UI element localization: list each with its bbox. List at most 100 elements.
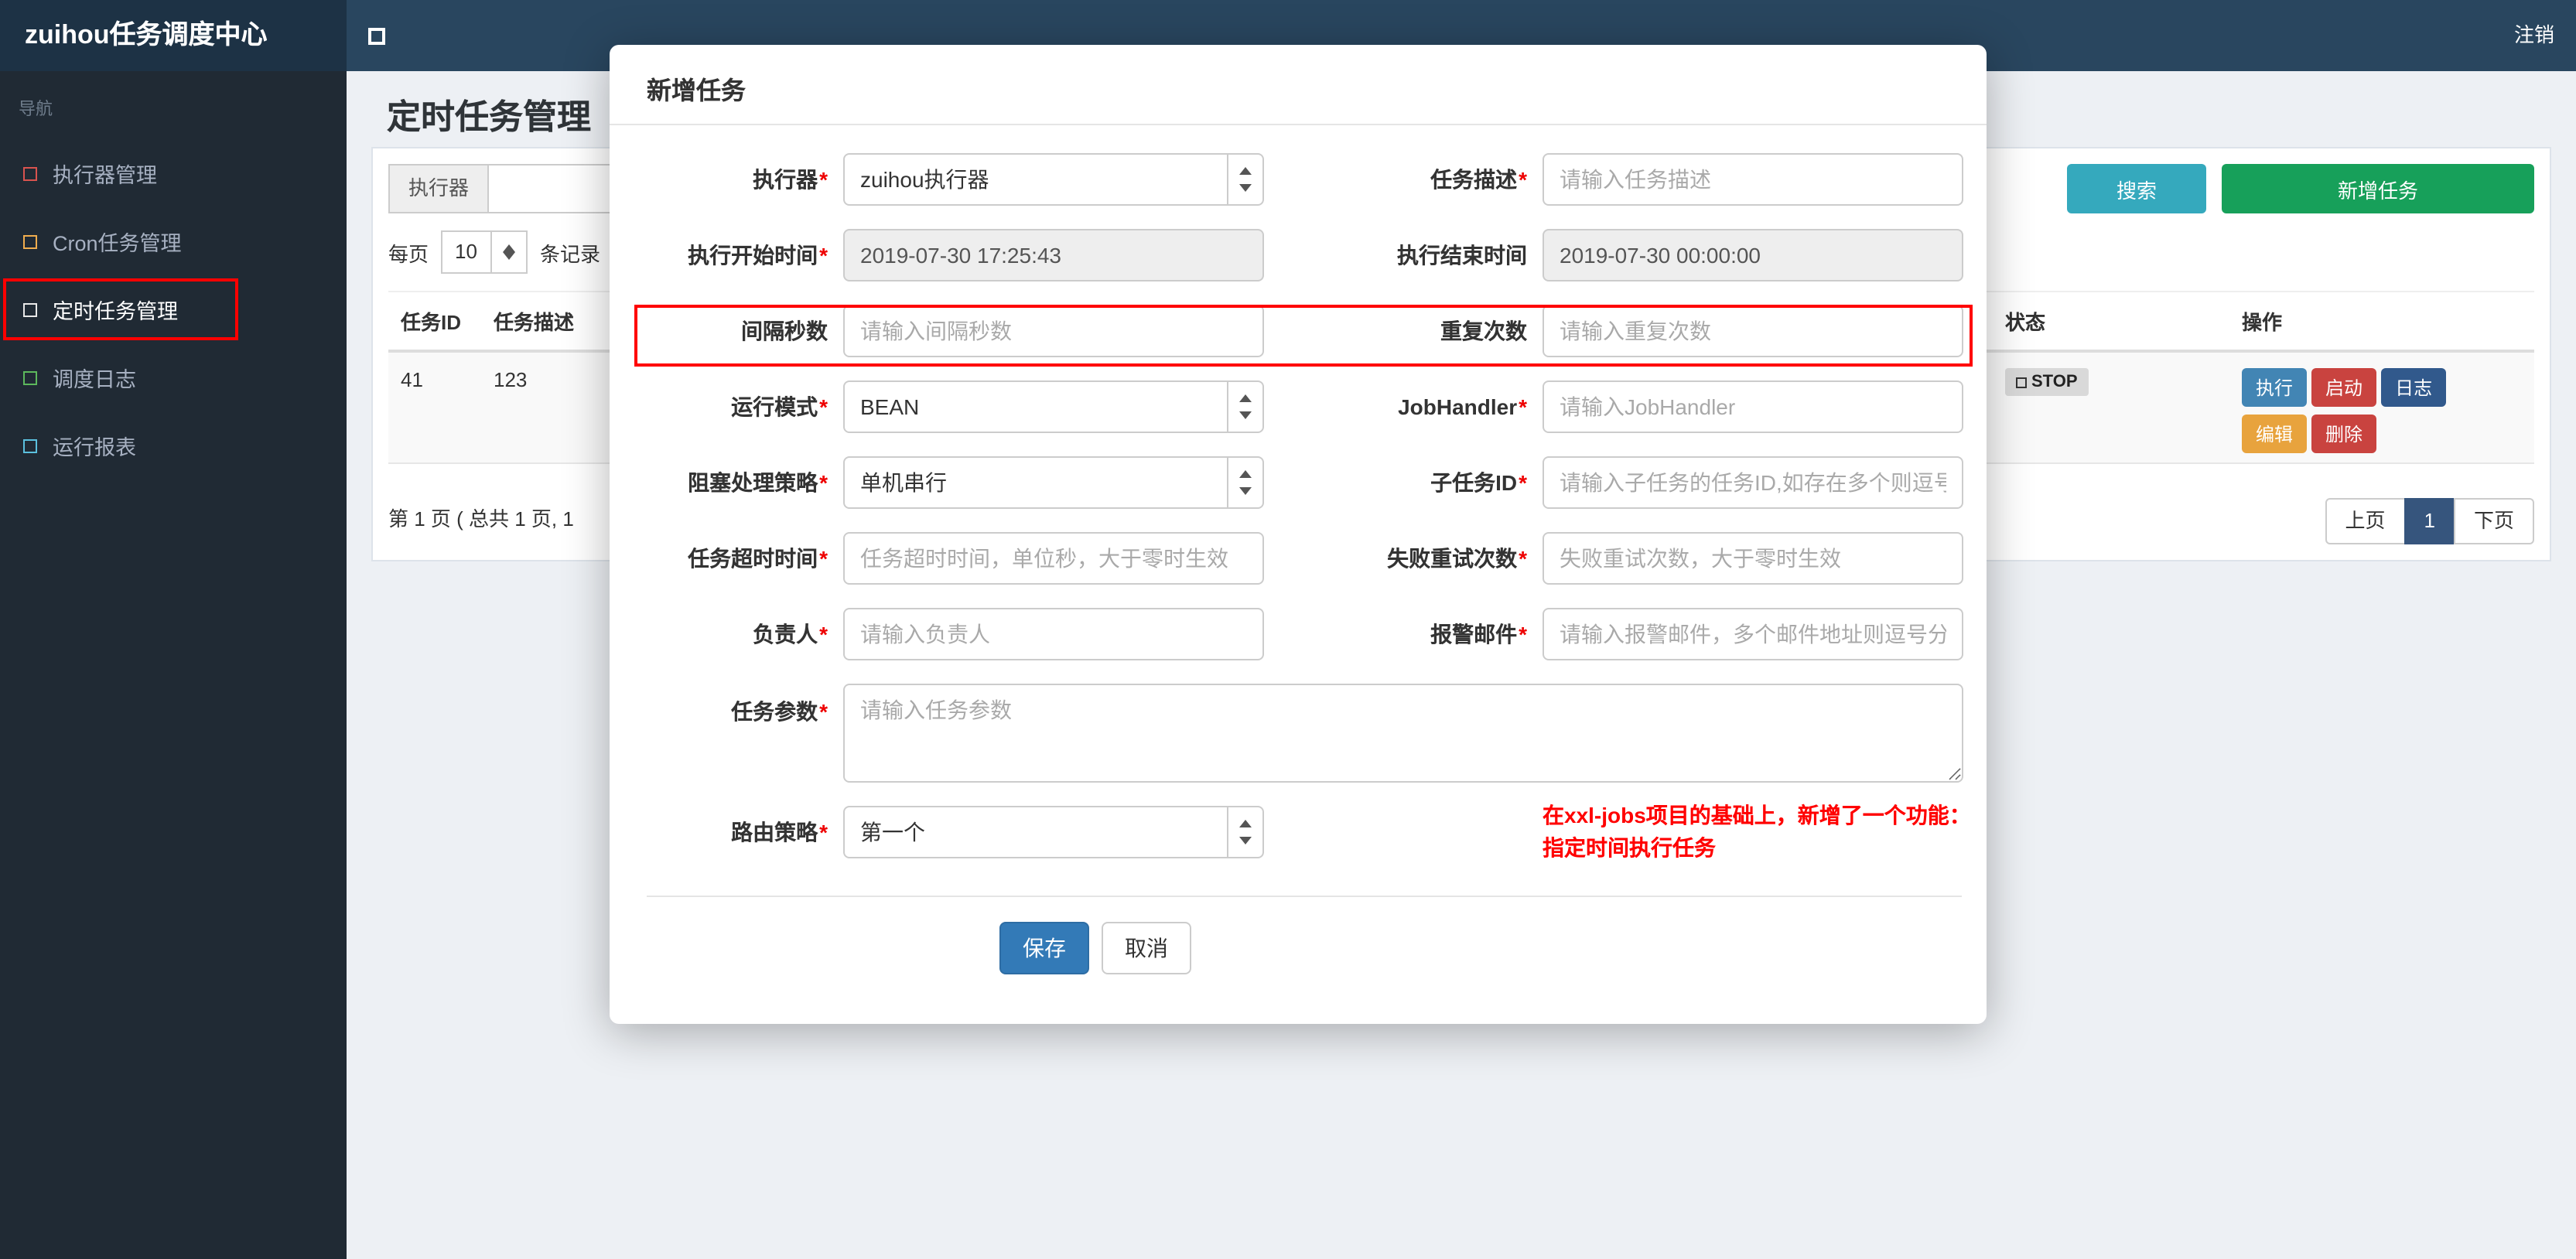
repeat-input[interactable]: [1543, 305, 1963, 357]
next-page-button[interactable]: 下页: [2453, 498, 2534, 544]
start-time-label: 执行开始时间 *: [688, 243, 828, 268]
square-outline-icon: [23, 438, 37, 452]
sidebar-item-label: Cron任务管理: [53, 232, 182, 255]
job-desc-input[interactable]: [1543, 153, 1963, 206]
required-star: *: [819, 622, 828, 647]
per-page-select[interactable]: 10: [441, 230, 528, 274]
required-star: *: [1519, 394, 1527, 419]
end-time-label: 执行结束时间: [1397, 243, 1527, 268]
app-root: zuihou任务调度中心 注销 导航 执行器管理 Cron任务管理 定时任务管理…: [0, 0, 2576, 1259]
modal-body: 执行器* zuihou执行器 任务描述* 执行开始时间* 执行结束时间 间隔秒数…: [610, 125, 1987, 974]
interval-label: 间隔秒数: [741, 319, 828, 343]
status-badge: STOP: [2005, 368, 2089, 396]
owner-input[interactable]: [843, 608, 1264, 660]
job-param-textarea[interactable]: [843, 684, 1963, 783]
required-star: *: [819, 820, 828, 844]
sidebar-item-cron-task-mgmt[interactable]: Cron任务管理: [0, 207, 347, 275]
select-arrows-icon: [1227, 807, 1262, 857]
square-outline-icon: [23, 302, 37, 316]
logout-link[interactable]: 注销: [2514, 0, 2554, 71]
timeout-input[interactable]: [843, 532, 1264, 585]
square-outline-icon: [23, 234, 37, 248]
executor-select[interactable]: zuihou执行器: [843, 153, 1264, 206]
modal-title: 新增任务: [647, 79, 746, 105]
save-button[interactable]: 保存: [999, 922, 1089, 974]
required-star: *: [819, 699, 828, 724]
required-star: *: [819, 167, 828, 192]
search-button[interactable]: 搜索: [2067, 164, 2206, 213]
required-star: *: [819, 546, 828, 571]
block-strategy-select[interactable]: 单机串行: [843, 456, 1264, 509]
sidebar-item-schedule-log[interactable]: 调度日志: [0, 343, 347, 411]
form-row-3: 间隔秒数 重复次数: [634, 305, 1987, 357]
col-header-task-id: 任务ID: [401, 311, 462, 334]
block-strategy-label: 阻塞处理策略 *: [688, 470, 828, 495]
executor-label: 执行器 *: [753, 167, 828, 192]
sidebar-item-label: 定时任务管理: [53, 300, 178, 323]
sidebar-item-executor-mgmt[interactable]: 执行器管理: [0, 139, 347, 207]
glue-type-select[interactable]: BEAN: [843, 380, 1264, 433]
select-arrows-icon: [1227, 382, 1262, 432]
form-row-1: 执行器 * zuihou执行器 任务描述 *: [634, 153, 1987, 206]
cell-task-id: 41: [401, 368, 423, 391]
col-header-actions: 操作: [2242, 311, 2283, 334]
modal-header: 新增任务: [610, 45, 1987, 125]
sidebar-item-label: 调度日志: [53, 368, 136, 391]
retry-input[interactable]: [1543, 532, 1963, 585]
repeat-label: 重复次数: [1440, 319, 1527, 343]
required-star: *: [819, 394, 828, 419]
execute-button[interactable]: 执行: [2242, 368, 2308, 407]
form-row-5: 阻塞处理策略 * 单机串行 子任务ID *: [634, 456, 1987, 509]
job-handler-input[interactable]: [1543, 380, 1963, 433]
per-page-prefix-label: 每页: [388, 242, 429, 265]
owner-label: 负责人 *: [753, 622, 828, 647]
per-page-suffix-label: 条记录: [540, 242, 601, 265]
form-row-datetime: 执行开始时间* 执行结束时间: [634, 229, 1987, 281]
feature-note: 在xxl-jobs项目的基础上，新增了一个功能： 指定时间执行任务: [1543, 800, 1987, 865]
add-task-button[interactable]: 新增任务: [2222, 164, 2534, 213]
log-button[interactable]: 日志: [2381, 368, 2447, 407]
sidebar-nav-label: 导航: [19, 101, 53, 119]
cell-status: STOP: [1993, 353, 2229, 411]
route-strategy-select[interactable]: 第一个: [843, 806, 1264, 858]
per-page-control: 每页 10 条记录: [388, 229, 600, 275]
sidebar-item-run-report[interactable]: 运行报表: [0, 411, 347, 479]
prev-page-button[interactable]: 上页: [2325, 498, 2406, 544]
per-page-value: 10: [455, 240, 477, 263]
select-arrows-icon: [1227, 155, 1262, 204]
cancel-button[interactable]: 取消: [1102, 922, 1191, 974]
edit-button[interactable]: 编辑: [2242, 415, 2308, 453]
required-star: *: [1519, 167, 1527, 192]
delete-button[interactable]: 删除: [2311, 415, 2377, 453]
sidebar: 导航 执行器管理 Cron任务管理 定时任务管理 调度日志 运行报表: [0, 71, 347, 1259]
required-star: *: [819, 243, 828, 268]
cell-actions: 执行 启动 日志 编辑 删除: [2229, 353, 2534, 476]
end-time-input[interactable]: [1543, 229, 1963, 281]
sidebar-item-label: 运行报表: [53, 436, 136, 459]
sidebar-toggle-icon[interactable]: [368, 28, 385, 45]
modal-footer: 保存 取消: [634, 897, 1987, 974]
child-job-input[interactable]: [1543, 456, 1963, 509]
alarm-email-input[interactable]: [1543, 608, 1963, 660]
glue-type-label: 运行模式 *: [731, 394, 828, 419]
feature-note-line1: 在xxl-jobs项目的基础上，新增了一个功能：: [1543, 803, 1971, 827]
sidebar-item-timed-task-mgmt[interactable]: 定时任务管理: [0, 275, 347, 343]
start-button[interactable]: 启动: [2311, 368, 2377, 407]
retry-label: 失败重试次数 *: [1387, 546, 1527, 571]
page-1-button[interactable]: 1: [2403, 498, 2455, 544]
form-row-4: 运行模式 * BEAN JobHandler *: [634, 380, 1987, 433]
pagination-info: 第 1 页 ( 总共 1 页, 1: [388, 507, 574, 531]
route-strategy-label: 路由策略 *: [731, 820, 828, 844]
interval-input[interactable]: [843, 305, 1264, 357]
required-star: *: [1519, 470, 1527, 495]
job-desc-label: 任务描述 *: [1430, 167, 1527, 192]
add-task-modal: 新增任务 执行器* zuihou执行器 任务描述* 执行开始时间* 执行结束时间…: [610, 45, 1987, 1024]
form-row-7: 负责人* 报警邮件*: [634, 608, 1987, 660]
form-row-6: 任务超时时间* 失败重试次数*: [634, 532, 1987, 585]
job-param-label: 任务参数 *: [731, 699, 828, 724]
select-arrows-icon: [490, 232, 526, 272]
start-time-input[interactable]: [843, 229, 1264, 281]
form-row-param: 任务参数 *: [634, 684, 1987, 783]
alarm-email-label: 报警邮件 *: [1430, 622, 1527, 647]
square-outline-icon: [23, 370, 37, 384]
